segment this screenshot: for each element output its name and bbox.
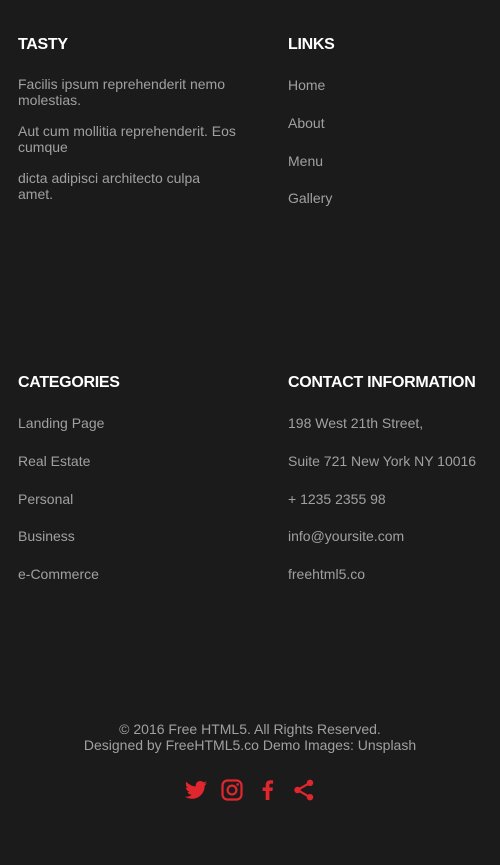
tasty-heading: TASTY [18, 36, 68, 53]
category-link-ecommerce[interactable]: e-Commerce [18, 565, 238, 603]
copyright: © 2016 Free HTML5. All Rights Reserved. … [0, 721, 500, 753]
categories-column: CATEGORIES Landing Page Real Estate Pers… [18, 373, 238, 603]
contact-heading: CONTACT INFORMATION [288, 374, 476, 391]
contact-column: CONTACT INFORMATION 198 West 21th Street… [288, 373, 498, 603]
twitter-icon[interactable] [184, 776, 208, 804]
tasty-paragraph: Facilis ipsum reprehenderit nemo molesti… [18, 76, 225, 108]
site-footer: TASTY Facilis ipsum reprehenderit nemo m… [0, 0, 500, 865]
category-link-landing-page[interactable]: Landing Page [18, 414, 238, 452]
footer-link-home[interactable]: Home [288, 76, 488, 114]
footer-link-gallery[interactable]: Gallery [288, 189, 488, 227]
tasty-paragraph: Aut cum mollitia reprehenderit. Eos cumq… [18, 123, 236, 155]
contact-phone-link[interactable]: + 1235 2355 98 [288, 490, 498, 528]
contact-address-line2: Suite 721 New York NY 10016 [288, 452, 477, 469]
categories-heading: CATEGORIES [18, 374, 120, 391]
demo-images-label: Demo Images: [262, 737, 354, 753]
facebook-icon[interactable] [256, 776, 280, 804]
designer-link[interactable]: FreeHTML5.co [166, 737, 259, 753]
unsplash-link[interactable]: Unsplash [358, 737, 416, 753]
contact-email-link[interactable]: info@yoursite.com [288, 527, 498, 565]
contact-address-line1: 198 West 21th Street, [288, 415, 424, 431]
footer-link-about[interactable]: About [288, 114, 488, 152]
instagram-icon[interactable] [220, 776, 244, 804]
category-link-real-estate[interactable]: Real Estate [18, 452, 238, 490]
links-column: LINKS Home About Menu Gallery [288, 35, 488, 227]
copyright-line: © 2016 Free HTML5. All Rights Reserved. [119, 721, 381, 737]
links-heading: LINKS [288, 36, 335, 53]
social-icons [0, 776, 500, 804]
contact-website-link[interactable]: freehtml5.co [288, 565, 498, 603]
designed-by-label: Designed by [83, 737, 162, 753]
share-icon[interactable] [292, 776, 316, 804]
tasty-column: TASTY Facilis ipsum reprehenderit nemo m… [18, 35, 238, 217]
credits-line: Designed by FreeHTML5.co Demo Images: Un… [0, 737, 500, 753]
category-link-business[interactable]: Business [18, 527, 238, 565]
category-link-personal[interactable]: Personal [18, 490, 238, 528]
footer-link-menu[interactable]: Menu [288, 152, 488, 190]
tasty-paragraph: dicta adipisci architecto culpa amet. [18, 170, 201, 202]
